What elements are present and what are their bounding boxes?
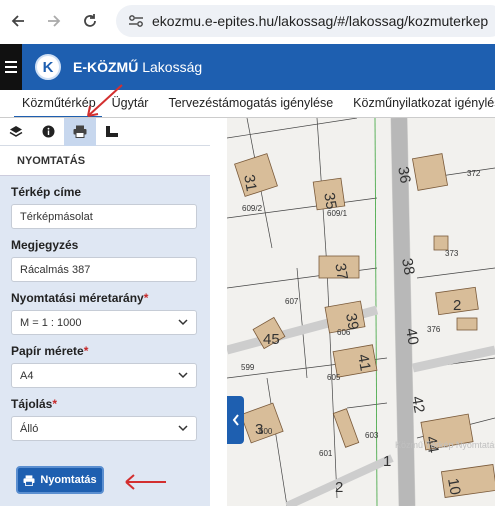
chevron-left-icon <box>232 414 239 426</box>
svg-text:36: 36 <box>394 165 414 184</box>
map-title-label: Térkép címe <box>11 185 82 199</box>
orientation-select[interactable]: Álló <box>11 416 197 441</box>
reload-button[interactable] <box>72 0 108 42</box>
panel-toolbar <box>0 117 210 146</box>
svg-text:601: 601 <box>319 449 333 458</box>
svg-text:40: 40 <box>402 327 422 346</box>
paper-label: Papír mérete* <box>11 344 210 358</box>
paper-value: A4 <box>20 370 34 382</box>
svg-text:603: 603 <box>365 431 379 440</box>
map-canvas[interactable]: 31 609/2 35 609/1 36 372 373 37 38 607 2… <box>227 118 495 506</box>
svg-text:609/2: 609/2 <box>242 204 263 213</box>
url-text: ekozmu.e-epites.hu/lakossag/#/lakossag/k… <box>152 13 489 29</box>
printer-icon <box>73 125 87 138</box>
panel-gutter <box>210 118 227 506</box>
map-watermark: Közmű Térkép Nyomtatás <box>395 440 495 450</box>
scale-label: Nyomtatási méretarány* <box>11 291 210 305</box>
svg-text:35: 35 <box>320 191 340 210</box>
site-settings-icon[interactable] <box>128 14 144 28</box>
tab-tervezestamogatas[interactable]: Tervezéstámogatás igénylése <box>158 90 343 117</box>
note-input[interactable]: Rácalmás 387 <box>11 257 197 282</box>
svg-text:38: 38 <box>398 257 418 276</box>
paper-select[interactable]: A4 <box>11 363 197 388</box>
panel-collapse-handle[interactable] <box>227 396 244 444</box>
tab-ugytar[interactable]: Ügytár <box>102 90 159 117</box>
svg-text:45: 45 <box>263 331 280 348</box>
app-name: E-KÖZMŰ <box>73 59 139 75</box>
print-panel: NYOMTATÁS Térkép címe Térképmásolat Megj… <box>0 117 210 506</box>
scale-label-text: Nyomtatási méretarány <box>11 291 144 305</box>
chevron-down-icon <box>178 319 188 326</box>
required-mark: * <box>52 397 58 411</box>
menu-icon[interactable] <box>0 44 22 90</box>
svg-text:1: 1 <box>383 453 391 470</box>
svg-text:600: 600 <box>259 427 273 436</box>
orientation-label-text: Tájolás <box>11 397 53 411</box>
tab-kozmunyilatkozat[interactable]: Közműnyilatkozat igénylése <box>343 90 495 117</box>
svg-text:31: 31 <box>240 173 260 192</box>
svg-text:42: 42 <box>408 395 428 414</box>
orientation-label: Tájolás* <box>11 397 210 411</box>
browser-toolbar: ekozmu.e-epites.hu/lakossag/#/lakossag/k… <box>0 0 495 42</box>
svg-text:10: 10 <box>444 477 464 496</box>
measure-tool[interactable] <box>96 118 128 146</box>
reload-icon <box>84 14 96 27</box>
tab-kozmuterkep[interactable]: Közműtérkép <box>14 90 102 117</box>
panel-title: NYOMTATÁS <box>0 146 210 176</box>
svg-text:41: 41 <box>354 353 374 372</box>
svg-text:37: 37 <box>331 262 351 281</box>
svg-text:2: 2 <box>335 479 343 496</box>
svg-text:2: 2 <box>453 297 461 314</box>
svg-text:376: 376 <box>427 325 441 334</box>
top-tabs: Közműtérkép Ügytár Tervezéstámogatás igé… <box>0 90 495 118</box>
ruler-icon <box>106 126 118 137</box>
required-mark: * <box>83 344 89 358</box>
svg-text:373: 373 <box>445 249 459 258</box>
print-button-label: Nyomtatás <box>40 474 97 486</box>
layers-tool[interactable] <box>0 118 32 146</box>
required-mark: * <box>143 291 149 305</box>
chevron-down-icon <box>178 372 188 379</box>
info-icon <box>42 125 54 138</box>
layers-icon <box>9 125 23 137</box>
svg-text:607: 607 <box>285 297 299 306</box>
note-label: Megjegyzés <box>11 238 79 252</box>
app-title: E-KÖZMŰ Lakosság <box>73 59 202 75</box>
info-tool[interactable] <box>32 118 64 146</box>
orientation-value: Álló <box>20 423 39 435</box>
forward-button[interactable] <box>36 0 72 42</box>
arrow-left-icon <box>11 15 24 27</box>
chevron-down-icon <box>178 425 188 432</box>
scale-select[interactable]: M = 1 : 1000 <box>11 310 197 335</box>
back-button[interactable] <box>0 0 36 42</box>
paper-label-text: Papír mérete <box>11 344 84 358</box>
address-bar[interactable]: ekozmu.e-epites.hu/lakossag/#/lakossag/k… <box>116 5 495 37</box>
arrow-right-icon <box>48 15 61 27</box>
svg-text:599: 599 <box>241 363 255 372</box>
scale-value: M = 1 : 1000 <box>20 317 82 329</box>
printer-icon <box>23 474 35 486</box>
app-section: Lakosság <box>142 59 203 75</box>
print-tool[interactable] <box>64 117 96 146</box>
app-header: K E-KÖZMŰ Lakosság <box>0 44 495 90</box>
print-button[interactable]: Nyomtatás <box>16 466 104 494</box>
svg-text:606: 606 <box>337 328 351 337</box>
svg-text:372: 372 <box>467 169 481 178</box>
map-title-input[interactable]: Térképmásolat <box>11 204 197 229</box>
map-drawing: 31 609/2 35 609/1 36 372 373 37 38 607 2… <box>227 118 495 506</box>
app-logo: K <box>35 54 61 80</box>
svg-text:605: 605 <box>327 373 341 382</box>
svg-text:609/1: 609/1 <box>327 209 348 218</box>
